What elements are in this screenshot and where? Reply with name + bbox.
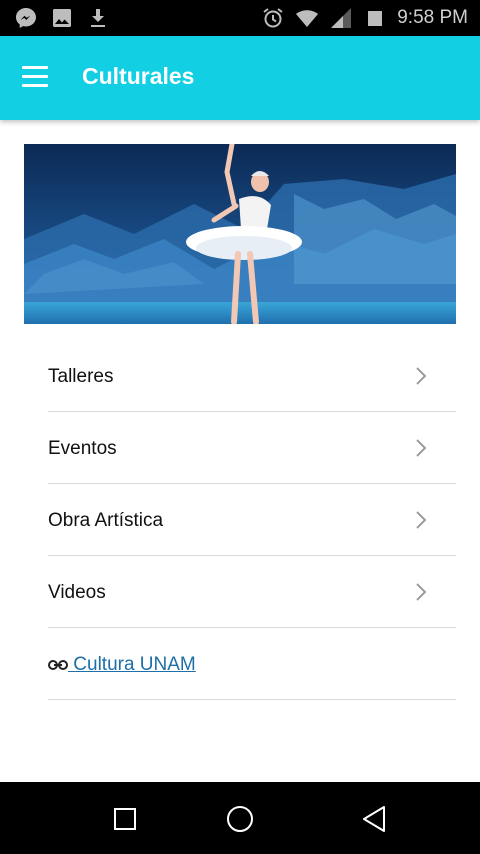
chevron-right-icon: [416, 367, 427, 385]
recents-button[interactable]: [108, 802, 142, 836]
link-row: Cultura UNAM: [48, 628, 456, 700]
app-bar: Culturales: [0, 36, 480, 120]
battery-icon: [368, 11, 383, 26]
list-item-label: Videos: [48, 582, 106, 603]
signal-icon: [331, 8, 352, 28]
list-item-eventos[interactable]: Eventos: [48, 412, 456, 484]
status-bar: 9:58 PM: [0, 0, 480, 36]
messenger-icon: [16, 8, 36, 28]
chevron-right-icon: [416, 439, 427, 457]
list-item-label: Obra Artística: [48, 510, 164, 531]
page-title: Culturales: [82, 63, 195, 89]
link-label: Cultura UNAM: [68, 654, 196, 675]
image-icon: [53, 9, 71, 27]
list-item-talleres[interactable]: Talleres: [48, 340, 456, 412]
section-list: Talleres Eventos Obra Artística Videos C…: [48, 340, 456, 700]
cultura-unam-link[interactable]: Cultura UNAM: [48, 654, 196, 676]
hamburger-menu-icon[interactable]: [22, 66, 48, 88]
ballerina-banner: [24, 144, 456, 324]
status-time: 9:58 PM: [397, 7, 468, 28]
back-button[interactable]: [358, 802, 392, 836]
alarm-icon: [263, 8, 283, 28]
list-item-videos[interactable]: Videos: [48, 556, 456, 628]
download-icon: [91, 9, 105, 27]
chevron-right-icon: [416, 511, 427, 529]
system-nav-bar: [0, 782, 480, 854]
chevron-right-icon: [416, 583, 427, 601]
home-button[interactable]: [223, 802, 257, 836]
list-item-obra-artistica[interactable]: Obra Artística: [48, 484, 456, 556]
list-item-label: Eventos: [48, 438, 117, 459]
link-icon: [48, 660, 68, 670]
wifi-icon: [296, 10, 319, 27]
list-item-label: Talleres: [48, 366, 114, 387]
